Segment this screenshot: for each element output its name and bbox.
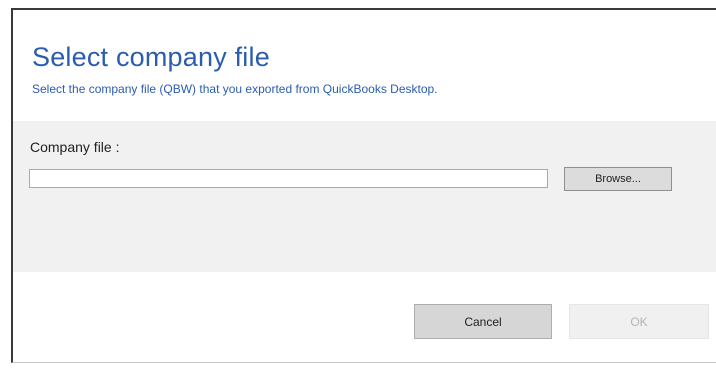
cancel-button[interactable]: Cancel bbox=[414, 304, 552, 339]
select-company-file-dialog: Select company file Select the company f… bbox=[11, 8, 716, 363]
browse-button[interactable]: Browse... bbox=[564, 167, 672, 191]
dialog-subtitle: Select the company file (QBW) that you e… bbox=[32, 82, 438, 96]
company-file-panel: Company file : Browse... bbox=[13, 121, 716, 272]
ok-button[interactable]: OK bbox=[569, 304, 709, 339]
company-file-input[interactable] bbox=[29, 169, 548, 188]
company-file-label: Company file : bbox=[30, 139, 120, 155]
dialog-title: Select company file bbox=[32, 42, 270, 72]
